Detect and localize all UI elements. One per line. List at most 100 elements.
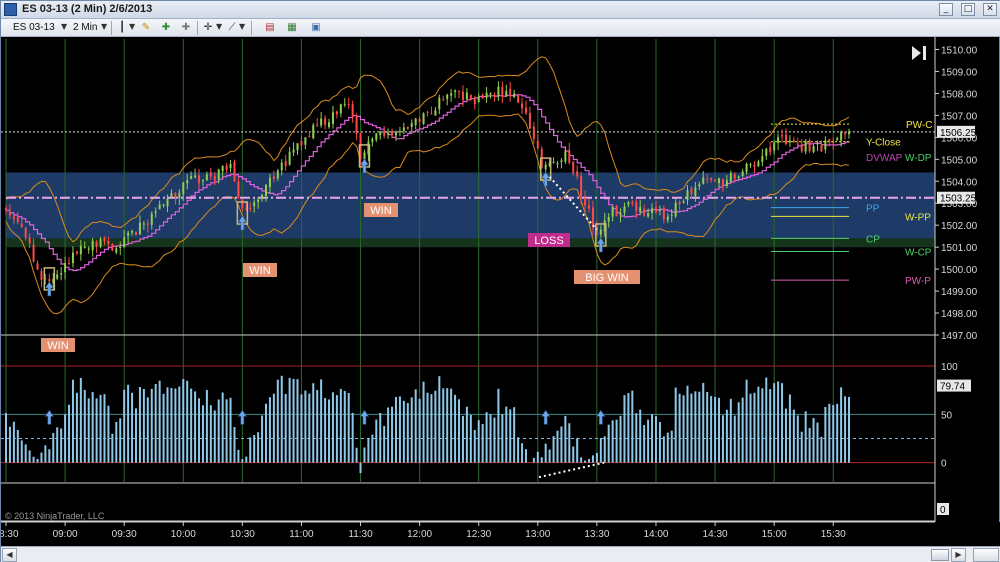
oscillator-bar: [505, 406, 508, 463]
oscillator-bar: [761, 388, 764, 463]
maximize-button[interactable]: □: [961, 3, 975, 16]
candle-body: [394, 131, 397, 136]
app-icon: [4, 3, 17, 16]
candle-body: [702, 177, 705, 184]
oscillator-bar: [690, 393, 693, 463]
add-indicator-icon[interactable]: ✚: [159, 21, 173, 34]
oscillator-bar: [379, 413, 382, 463]
minimize-button[interactable]: _: [939, 3, 953, 16]
scroll-right-icon[interactable]: ▶: [951, 548, 966, 562]
bar-type-icon[interactable]: ┃: [115, 21, 129, 34]
title-bar[interactable]: ES 03-13 (2 Min) 2/6/2013 _ □ ✕: [1, 1, 1000, 19]
oscillator-bar: [710, 396, 713, 463]
candle-body: [517, 95, 520, 103]
oscillator-bar: [257, 432, 260, 463]
oscillator-bar: [91, 392, 94, 463]
time-tick-label: 11:00: [289, 529, 314, 540]
oscillator-bar: [651, 414, 654, 463]
candle-body: [635, 201, 638, 212]
oscillator-bar: [824, 406, 827, 463]
oscillator-bar: [111, 433, 114, 463]
horizontal-scrollbar[interactable]: ◀ ▶: [1, 546, 1000, 562]
oscillator-tick-label: 100: [941, 362, 958, 373]
candle-body: [174, 192, 177, 198]
drawing-tools-icon[interactable]: ⟋: [225, 21, 239, 34]
candle-body: [434, 110, 437, 116]
candle-body: [812, 145, 815, 153]
oscillator-bar: [178, 386, 181, 463]
properties-icon[interactable]: ▣: [309, 21, 323, 34]
candle-body: [331, 112, 334, 124]
candle-body: [123, 237, 126, 248]
oscillator-bar: [150, 388, 153, 463]
price-tick-label: 1502.00: [941, 221, 978, 232]
candle-body: [781, 135, 784, 137]
oscillator-bar: [375, 419, 378, 463]
oscillator-tick-label: 0: [941, 459, 947, 470]
oscillator-bar: [718, 397, 721, 463]
chart-area[interactable]: PW-C Y-Close DVWAP W-DP PP W-PP CP W-CP PW-P WIN W…: [1, 37, 1000, 546]
oscillator-bar: [576, 438, 579, 463]
candle-body: [257, 199, 260, 202]
last-price-marker-label: 1506.25: [940, 128, 977, 139]
candle-body: [391, 130, 394, 136]
candle-body: [658, 209, 661, 211]
oscillator-bar: [418, 398, 421, 463]
oscillator-bar: [694, 391, 697, 463]
oscillator-bar: [729, 398, 732, 463]
candle-body: [647, 213, 650, 217]
candle-body: [158, 204, 161, 210]
order-entry-icon[interactable]: ▤: [263, 21, 277, 34]
oscillator-bar: [662, 436, 665, 463]
candle-body: [485, 92, 488, 98]
oscillator-bar: [60, 428, 63, 463]
level-label: Y-Close: [866, 138, 901, 149]
crosshair-dropdown-icon[interactable]: ▼: [216, 22, 222, 31]
oscillator-bar: [465, 406, 468, 463]
oscillator-bar: [469, 414, 472, 463]
chart-data-box-icon[interactable]: ▦: [285, 21, 299, 34]
scroll-thumb[interactable]: [931, 549, 949, 561]
drawing-tools-dropdown-icon[interactable]: ▼: [239, 22, 245, 31]
bar-type-dropdown-icon[interactable]: ▼: [129, 22, 135, 31]
candle-body: [662, 208, 665, 219]
oscillator-bar: [844, 396, 847, 463]
instrument-dropdown-icon[interactable]: ▼: [61, 22, 67, 31]
oscillator-bar: [249, 437, 252, 463]
scale-grip[interactable]: [973, 548, 999, 562]
candle-body: [186, 180, 189, 184]
candle-body: [111, 243, 114, 251]
candle-body: [198, 175, 201, 184]
oscillator-bar: [264, 403, 267, 463]
instrument-selector[interactable]: ES 03-13: [13, 22, 55, 33]
level-label: W-PP: [905, 212, 931, 223]
time-tick-label: 11:30: [348, 529, 373, 540]
level-label: PW-P: [905, 276, 931, 287]
oscillator-bar: [28, 450, 31, 463]
oscillator-bar: [769, 389, 772, 463]
level-label: DVWAP: [866, 153, 903, 164]
oscillator-bar: [426, 392, 429, 463]
oscillator-bar: [363, 447, 366, 463]
oscillator-bar: [477, 420, 480, 463]
scroll-left-icon[interactable]: ◀: [2, 548, 17, 562]
oscillator-bar: [792, 409, 795, 463]
close-button[interactable]: ✕: [983, 3, 997, 16]
candle-body: [300, 141, 303, 146]
crosshair-icon[interactable]: ✛: [201, 21, 215, 34]
strategy-icon[interactable]: ✚: [179, 21, 193, 34]
candle-body: [418, 118, 421, 123]
oscillator-bar: [170, 388, 173, 463]
candle-body: [800, 144, 803, 152]
time-tick-label: 12:00: [407, 529, 432, 540]
candle-body: [107, 240, 110, 244]
candle-body: [387, 132, 390, 135]
pencil-icon[interactable]: ✎: [139, 21, 153, 34]
oscillator-bar: [619, 415, 622, 463]
interval-dropdown-icon[interactable]: ▼: [101, 22, 107, 31]
oscillator-bar: [406, 403, 409, 463]
interval-selector[interactable]: 2 Min: [73, 22, 97, 33]
candle-body: [347, 104, 350, 106]
candle-body: [643, 208, 646, 216]
oscillator-bar: [68, 404, 71, 463]
